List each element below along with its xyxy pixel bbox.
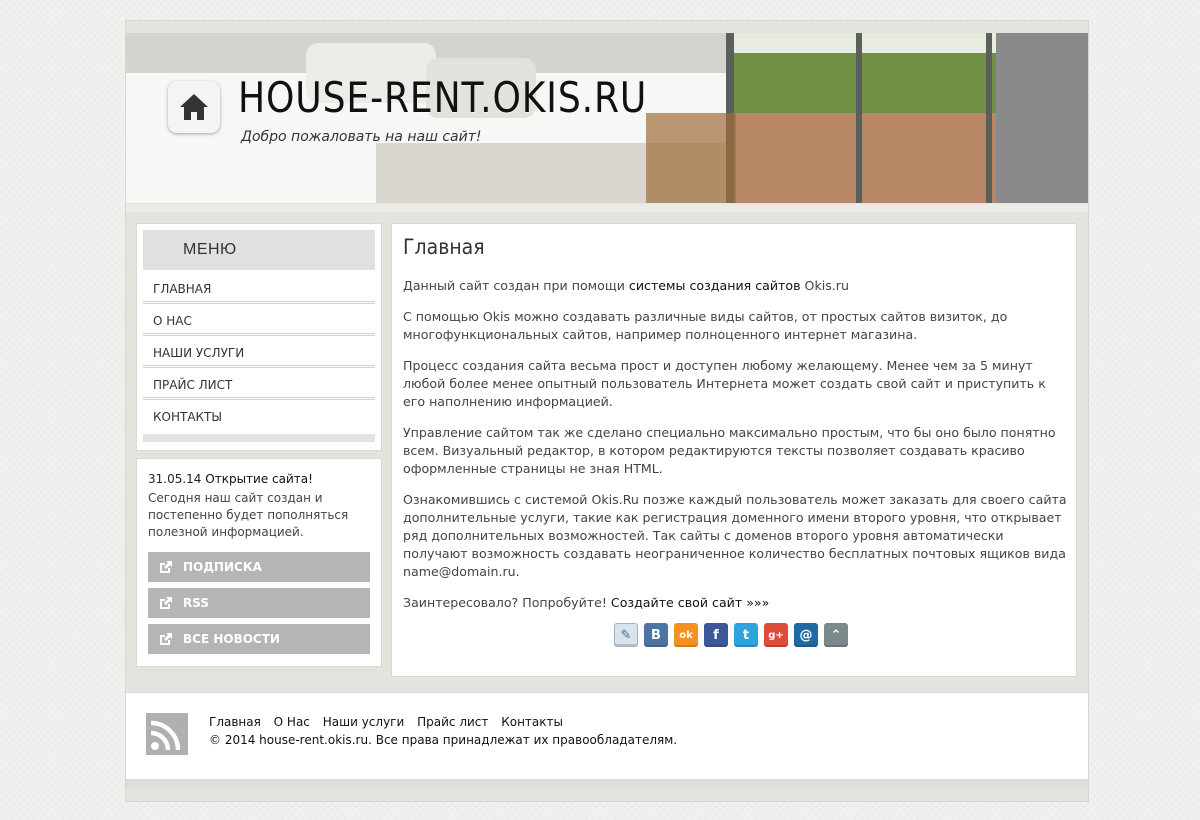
news-widget: 31.05.14 Открытие сайта! Сегодня наш сай…: [136, 458, 382, 667]
main-content: Главная Данный сайт создан при помощи си…: [391, 223, 1077, 677]
twitter-icon[interactable]: t: [734, 623, 758, 647]
external-link-icon: [160, 597, 172, 609]
footer-nav: Главная О Нас Наши услуги Прайс лист Кон…: [209, 715, 572, 729]
paragraph-management: Управление сайтом так же сделано специал…: [403, 425, 1056, 476]
footer-link-pricelist[interactable]: Прайс лист: [417, 715, 488, 729]
paragraph-intro: Данный сайт создан при помощи системы со…: [403, 277, 1069, 295]
sidebar-item-home[interactable]: ГЛАВНАЯ: [143, 274, 375, 304]
news-text: Сегодня наш сайт создан и постепенно буд…: [148, 491, 349, 539]
sidebar-menu: МЕНЮ ГЛАВНАЯ О НАС НАШИ УСЛУГИ ПРАЙС ЛИС…: [136, 223, 382, 451]
more-icon[interactable]: ⌃: [824, 623, 848, 647]
site-slogan: Добро пожаловать на наш сайт!: [241, 129, 482, 145]
menu-footer-bar: [143, 434, 375, 442]
news-date: 31.05.14: [148, 472, 202, 486]
cta-prefix: Заинтересовало? Попробуйте!: [403, 595, 611, 610]
header-divider: [126, 204, 1088, 212]
mailru-icon[interactable]: @: [794, 623, 818, 647]
paragraph-features: С помощью Okis можно создавать различные…: [403, 309, 1008, 342]
sidebar-item-services[interactable]: НАШИ УСЛУГИ: [143, 338, 375, 368]
external-link-icon: [160, 633, 172, 645]
rss-label: RSS: [183, 596, 209, 610]
all-news-button[interactable]: ВСЕ НОВОСТИ: [148, 624, 370, 654]
header-banner: HOUSE-RENT.OKIS.RU Добро пожаловать на н…: [126, 33, 1088, 203]
copyright: © 2014 house-rent.okis.ru. Все права при…: [209, 733, 678, 747]
googleplus-icon[interactable]: g+: [764, 623, 788, 647]
sidebar-item-contacts[interactable]: КОНТАКТЫ: [143, 402, 375, 432]
news-title[interactable]: Открытие сайта!: [205, 472, 313, 486]
footer-link-about[interactable]: О Нас: [274, 715, 310, 729]
intro-prefix: Данный сайт создан при помощи: [403, 278, 629, 293]
footer-link-services[interactable]: Наши услуги: [323, 715, 405, 729]
footer: Главная О Нас Наши услуги Прайс лист Кон…: [126, 692, 1088, 779]
paragraph-cta: Заинтересовало? Попробуйте! Создайте сво…: [403, 594, 1069, 612]
odnoklassniki-icon[interactable]: ok: [674, 623, 698, 647]
logo-badge[interactable]: [168, 81, 220, 133]
menu-title: МЕНЮ: [143, 230, 375, 270]
home-icon: [180, 94, 208, 120]
page-container: HOUSE-RENT.OKIS.RU Добро пожаловать на н…: [125, 20, 1089, 802]
subscribe-button[interactable]: ПОДПИСКА: [148, 552, 370, 582]
create-site-link[interactable]: Создайте свой сайт »»»: [611, 595, 769, 610]
site-title[interactable]: HOUSE-RENT.OKIS.RU: [238, 73, 647, 122]
livejournal-icon[interactable]: ✎: [614, 623, 638, 647]
all-news-label: ВСЕ НОВОСТИ: [183, 632, 280, 646]
footer-link-contacts[interactable]: Контакты: [501, 715, 563, 729]
news-header: 31.05.14 Открытие сайта!: [148, 472, 313, 486]
intro-suffix: Okis.ru: [800, 278, 849, 293]
paragraph-services: Ознакомившись с системой Okis.Ru позже к…: [403, 492, 1067, 579]
footer-link-home[interactable]: Главная: [209, 715, 261, 729]
subscribe-label: ПОДПИСКА: [183, 560, 262, 574]
footer-bottom-bar: [126, 779, 1088, 788]
site-builder-link[interactable]: системы создания сайтов: [629, 278, 801, 293]
page-title: Главная: [403, 235, 485, 259]
rss-button[interactable]: RSS: [148, 588, 370, 618]
paragraph-process: Процесс создания сайта весьма прост и до…: [403, 358, 1046, 409]
rss-icon[interactable]: [146, 713, 188, 755]
external-link-icon: [160, 561, 172, 573]
sidebar-item-about[interactable]: О НАС: [143, 306, 375, 336]
share-buttons: ✎ Bok f t g+ @ ⌃: [614, 623, 848, 647]
facebook-icon[interactable]: f: [704, 623, 728, 647]
sidebar-item-pricelist[interactable]: ПРАЙС ЛИСТ: [143, 370, 375, 400]
vkontakte-icon[interactable]: B: [644, 623, 668, 647]
